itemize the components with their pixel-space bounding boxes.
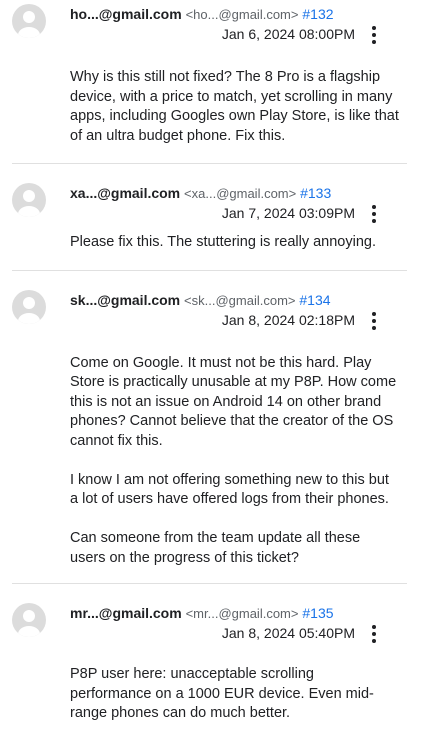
- comment-header: mr...@gmail.com <mr...@gmail.com> #135 J…: [0, 599, 423, 653]
- author-line: xa...@gmail.com <xa...@gmail.com> #133: [70, 184, 331, 203]
- more-options-button[interactable]: [367, 24, 381, 46]
- more-vert-icon: [372, 26, 376, 30]
- comment-body: Come on Google. It must not be this hard…: [0, 340, 423, 569]
- comment-link[interactable]: #133: [300, 185, 331, 201]
- more-vert-icon: [372, 311, 376, 316]
- more-options-button[interactable]: [367, 203, 381, 225]
- comment-timestamp: Jan 8, 2024 02:18PM: [221, 311, 355, 328]
- author-name[interactable]: xa...@gmail.com: [70, 185, 180, 201]
- more-options-button[interactable]: [367, 310, 381, 332]
- comment-header: xa...@gmail.com <xa...@gmail.com> #133 J…: [0, 179, 423, 233]
- author-name[interactable]: mr...@gmail.com: [70, 605, 182, 621]
- comment: sk...@gmail.com <sk...@gmail.com> #134 J…: [0, 271, 423, 584]
- comment-paragraph: Can someone from the team update all the…: [70, 530, 361, 566]
- avatar[interactable]: [12, 4, 46, 38]
- comment-paragraph: Please fix this. The stuttering is reall…: [70, 234, 377, 250]
- person-icon: [18, 190, 40, 217]
- comment-paragraph: Why is this still not fixed? The 8 Pro i…: [70, 69, 399, 144]
- comment-timestamp: Jan 8, 2024 05:40PM: [221, 625, 355, 641]
- more-options-button[interactable]: [367, 623, 381, 645]
- comment-paragraph: Come on Google. It must not be this hard…: [70, 354, 397, 449]
- comment-body: Why is this still not fixed? The 8 Pro i…: [0, 54, 423, 146]
- comment-timestamp: Jan 7, 2024 03:09PM: [221, 205, 355, 221]
- author-email: <mr...@gmail.com>: [185, 606, 299, 621]
- author-email: <sk...@gmail.com>: [184, 292, 296, 308]
- more-vert-icon: [372, 625, 376, 629]
- person-icon: [18, 11, 40, 38]
- author-name[interactable]: sk...@gmail.com: [70, 292, 180, 308]
- comment: ho...@gmail.com <ho...@gmail.com> #132 J…: [0, 0, 423, 163]
- person-icon: [18, 296, 40, 324]
- comment-link[interactable]: #135: [302, 605, 333, 621]
- comment-paragraph: I know I am not offering something new t…: [70, 471, 389, 508]
- comment: xa...@gmail.com <xa...@gmail.com> #133 J…: [0, 164, 423, 270]
- avatar[interactable]: [12, 603, 46, 637]
- author-email: <xa...@gmail.com>: [184, 186, 297, 201]
- author-line: ho...@gmail.com <ho...@gmail.com> #132: [70, 5, 334, 24]
- comment-link[interactable]: #132: [302, 6, 333, 22]
- author-line: mr...@gmail.com <mr...@gmail.com> #135: [70, 604, 334, 623]
- avatar[interactable]: [12, 289, 46, 324]
- comment-body: P8P user here: unacceptable scrolling pe…: [0, 653, 423, 724]
- comment-body: Please fix this. The stuttering is reall…: [0, 233, 423, 253]
- comment-link[interactable]: #134: [299, 292, 330, 308]
- author-email: <ho...@gmail.com>: [185, 7, 299, 22]
- comment-header: sk...@gmail.com <sk...@gmail.com> #134 J…: [0, 286, 423, 340]
- person-icon: [18, 610, 40, 637]
- comment: mr...@gmail.com <mr...@gmail.com> #135 J…: [0, 584, 423, 724]
- comment-header: ho...@gmail.com <ho...@gmail.com> #132 J…: [0, 0, 423, 54]
- comment-thread: ho...@gmail.com <ho...@gmail.com> #132 J…: [0, 0, 423, 724]
- comment-paragraph: P8P user here: unacceptable scrolling pe…: [70, 666, 374, 721]
- avatar[interactable]: [12, 183, 46, 217]
- more-vert-icon: [372, 205, 376, 209]
- author-name[interactable]: ho...@gmail.com: [70, 6, 182, 22]
- author-line: sk...@gmail.com <sk...@gmail.com> #134: [70, 291, 331, 310]
- comment-timestamp: Jan 6, 2024 08:00PM: [221, 26, 355, 42]
